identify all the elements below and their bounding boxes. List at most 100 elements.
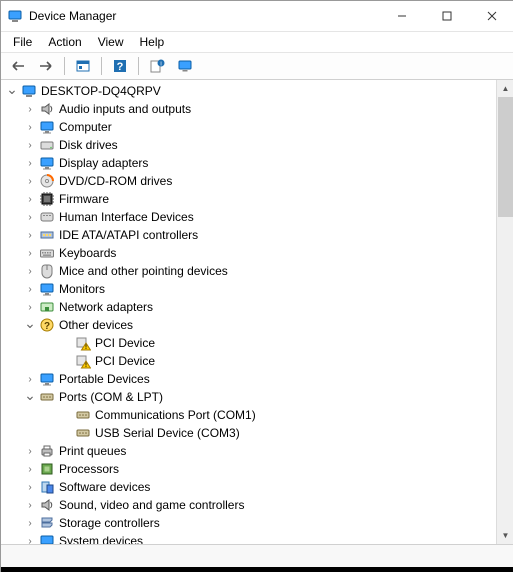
tree-node[interactable]: Computer [3, 118, 498, 136]
tree-node[interactable]: Portable Devices [3, 370, 498, 388]
tree-node[interactable]: Storage controllers [3, 514, 498, 532]
tree-label: Monitors [58, 282, 105, 296]
menu-view[interactable]: View [90, 33, 132, 51]
tree-node[interactable]: Firmware [3, 190, 498, 208]
tree-node[interactable]: Keyboards [3, 244, 498, 262]
disc-icon [39, 173, 55, 189]
tree-label: System devices [58, 534, 143, 544]
help-button[interactable] [107, 54, 133, 78]
expand-icon[interactable] [23, 102, 37, 116]
tree-node[interactable]: Processors [3, 460, 498, 478]
other-icon [39, 317, 55, 333]
tree-label: DVD/CD-ROM drives [58, 174, 172, 188]
tree-node[interactable]: System devices [3, 532, 498, 544]
tree-node[interactable]: Software devices [3, 478, 498, 496]
tree-leaf[interactable]: Communications Port (COM1) [3, 406, 498, 424]
tree-node[interactable]: DESKTOP-DQ4QRPV [3, 82, 498, 100]
tree-node[interactable]: DVD/CD-ROM drives [3, 172, 498, 190]
close-button[interactable] [469, 1, 513, 31]
tree-label: Disk drives [58, 138, 118, 152]
storage-icon [39, 515, 55, 531]
tree-label: Portable Devices [58, 372, 150, 386]
toolbar-separator [138, 57, 139, 75]
expand-icon[interactable] [23, 156, 37, 170]
collapse-icon[interactable] [5, 84, 19, 98]
tree-label: Software devices [58, 480, 150, 494]
expand-icon[interactable] [23, 210, 37, 224]
app-icon [7, 8, 23, 24]
tree-node[interactable]: Human Interface Devices [3, 208, 498, 226]
expand-icon[interactable] [23, 534, 37, 544]
tree-label: Processors [58, 462, 119, 476]
status-bar [1, 544, 513, 567]
show-hide-console-button[interactable] [70, 54, 96, 78]
forward-button[interactable] [33, 54, 59, 78]
device-manager-window: Device Manager File Action View Help [0, 0, 513, 572]
scroll-up-icon[interactable]: ▲ [497, 80, 513, 97]
expand-icon[interactable] [23, 444, 37, 458]
tree-node[interactable]: Disk drives [3, 136, 498, 154]
tree-label: Mice and other pointing devices [58, 264, 228, 278]
expand-icon[interactable] [23, 192, 37, 206]
device-tree[interactable]: DESKTOP-DQ4QRPVAudio inputs and outputsC… [1, 80, 498, 544]
expand-icon[interactable] [23, 120, 37, 134]
tree-node[interactable]: Sound, video and game controllers [3, 496, 498, 514]
tree-leaf[interactable]: PCI Device [3, 334, 498, 352]
expand-icon[interactable] [23, 174, 37, 188]
scan-hardware-button[interactable] [172, 54, 198, 78]
collapse-icon[interactable] [23, 390, 37, 404]
expand-icon[interactable] [23, 300, 37, 314]
maximize-button[interactable] [424, 1, 469, 31]
hid-icon [39, 209, 55, 225]
warning-icon [75, 353, 91, 369]
expand-icon[interactable] [23, 372, 37, 386]
tree-label: Keyboards [58, 246, 116, 260]
chip-icon [39, 191, 55, 207]
expand-icon[interactable] [23, 138, 37, 152]
vertical-scrollbar[interactable]: ▲ ▼ [496, 80, 513, 544]
tree-leaf[interactable]: PCI Device [3, 352, 498, 370]
tree-label: DESKTOP-DQ4QRPV [40, 84, 161, 98]
tree-node[interactable]: Print queues [3, 442, 498, 460]
menu-action[interactable]: Action [40, 33, 89, 51]
expand-icon[interactable] [23, 462, 37, 476]
minimize-button[interactable] [379, 1, 424, 31]
expand-icon[interactable] [23, 264, 37, 278]
menu-file[interactable]: File [5, 33, 40, 51]
network-icon [39, 299, 55, 315]
expand-icon[interactable] [23, 516, 37, 530]
scrollbar-thumb[interactable] [498, 97, 513, 217]
tree-node[interactable]: Display adapters [3, 154, 498, 172]
tree-node[interactable]: Mice and other pointing devices [3, 262, 498, 280]
tree-pane: DESKTOP-DQ4QRPVAudio inputs and outputsC… [1, 80, 513, 544]
tree-node[interactable]: IDE ATA/ATAPI controllers [3, 226, 498, 244]
computer-icon [21, 83, 37, 99]
tree-node[interactable]: Other devices [3, 316, 498, 334]
expand-icon[interactable] [23, 480, 37, 494]
tree-node[interactable]: Network adapters [3, 298, 498, 316]
cpu-icon [39, 461, 55, 477]
menu-help[interactable]: Help [132, 33, 173, 51]
window-title: Device Manager [29, 9, 379, 23]
tree-node[interactable]: Monitors [3, 280, 498, 298]
properties-button[interactable] [144, 54, 170, 78]
expand-icon[interactable] [23, 498, 37, 512]
tree-node[interactable]: Ports (COM & LPT) [3, 388, 498, 406]
speaker-icon [39, 497, 55, 513]
tree-leaf[interactable]: USB Serial Device (COM3) [3, 424, 498, 442]
tree-label: Sound, video and game controllers [58, 498, 244, 512]
tree-label: PCI Device [94, 336, 155, 350]
back-button[interactable] [5, 54, 31, 78]
scroll-down-icon[interactable]: ▼ [497, 527, 513, 544]
expand-icon[interactable] [23, 246, 37, 260]
monitor-icon [39, 155, 55, 171]
expand-icon[interactable] [23, 282, 37, 296]
toolbar-separator [101, 57, 102, 75]
mouse-icon [39, 263, 55, 279]
tree-label: USB Serial Device (COM3) [94, 426, 240, 440]
collapse-icon[interactable] [23, 318, 37, 332]
warning-icon [75, 335, 91, 351]
expand-icon[interactable] [23, 228, 37, 242]
tree-label: IDE ATA/ATAPI controllers [58, 228, 198, 242]
tree-node[interactable]: Audio inputs and outputs [3, 100, 498, 118]
